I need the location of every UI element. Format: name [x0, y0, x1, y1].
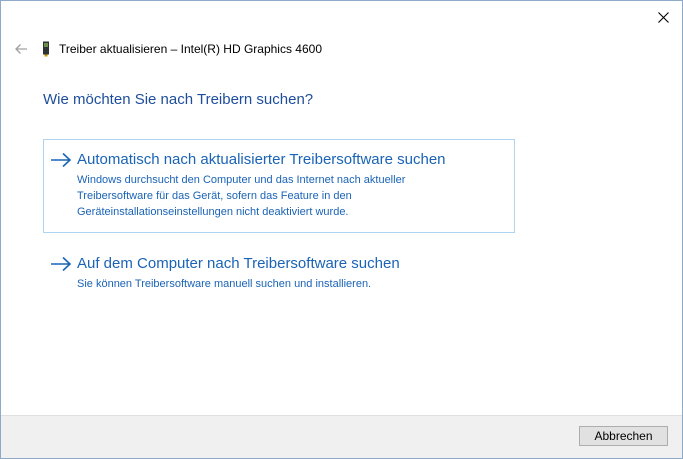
graphics-card-icon — [41, 41, 51, 57]
option-description-line: Sie können Treibersoftware manuell suche… — [77, 277, 372, 290]
option-description-line: Treibersoftware für das Gerät, sofern da… — [77, 189, 352, 202]
arrow-right-icon — [51, 152, 72, 168]
cancel-button[interactable]: Abbrechen — [579, 426, 668, 446]
option-description-line: Windows durchsucht den Computer und das … — [77, 173, 406, 186]
title-row: Treiber aktualisieren – Intel(R) HD Grap… — [11, 39, 322, 59]
option-search-automatically[interactable]: Automatisch nach aktualisierter Treibers… — [43, 139, 515, 233]
close-button[interactable] — [650, 5, 676, 29]
update-driver-dialog: Treiber aktualisieren – Intel(R) HD Grap… — [0, 0, 683, 459]
option-description: Sie können Treibersoftware manuell suche… — [77, 276, 504, 292]
page-heading: Wie möchten Sie nach Treibern suchen? — [43, 91, 314, 108]
arrow-right-icon — [51, 256, 72, 272]
option-description: Windows durchsucht den Computer und das … — [77, 172, 504, 220]
dialog-footer: Abbrechen — [1, 415, 682, 458]
close-icon — [657, 11, 669, 23]
option-title: Auf dem Computer nach Treibersoftware su… — [77, 254, 400, 272]
option-title: Automatisch nach aktualisierter Treibers… — [77, 150, 446, 168]
window-title: Treiber aktualisieren – Intel(R) HD Grap… — [59, 42, 322, 56]
option-browse-computer[interactable]: Auf dem Computer nach Treibersoftware su… — [43, 243, 515, 299]
back-button[interactable] — [11, 39, 31, 59]
back-arrow-icon — [15, 44, 27, 54]
option-description-line: Geräteinstallationseinstellungen nicht d… — [77, 205, 349, 218]
